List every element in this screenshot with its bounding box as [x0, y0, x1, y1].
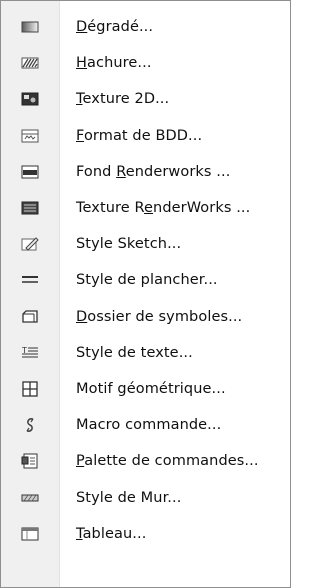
- symbol-folder-icon: [19, 306, 41, 328]
- menu-item-hatch[interactable]: Hachure...: [1, 45, 290, 81]
- menu-item-renderworks-texture[interactable]: Texture RenderWorks ...: [1, 190, 290, 226]
- gradient-icon: [19, 16, 41, 38]
- menu-item-symbol-folder[interactable]: Dossier de symboles...: [1, 299, 290, 335]
- database-format-icon: [19, 125, 41, 147]
- texture-2d-icon: [19, 88, 41, 110]
- text-style-icon: T: [19, 342, 41, 364]
- menu-item-sketch-style[interactable]: Style Sketch...: [1, 226, 290, 262]
- menu-items: Dégradé... Hachure... Texture 2D... Form…: [1, 9, 290, 552]
- geometric-pattern-icon: [19, 378, 41, 400]
- menu-item-label: Motif géométrique...: [76, 380, 226, 397]
- menu-item-geometric-pattern[interactable]: Motif géométrique...: [1, 371, 290, 407]
- sketch-style-icon: [19, 233, 41, 255]
- menu-item-floor-style[interactable]: Style de plancher...: [1, 262, 290, 298]
- menu-item-label: Dégradé...: [76, 19, 154, 36]
- menu-item-label: Style de Mur...: [76, 489, 182, 506]
- renderworks-texture-icon: [19, 197, 41, 219]
- menu-item-texture-2d[interactable]: Texture 2D...: [1, 81, 290, 117]
- menu-item-label: Tableau...: [76, 525, 147, 542]
- floor-style-icon: [19, 269, 41, 291]
- menu-item-label: Dossier de symboles...: [76, 308, 243, 325]
- menu-item-label: Texture RenderWorks ...: [76, 200, 251, 217]
- command-palette-icon: [19, 450, 41, 472]
- menu-item-label: Style de plancher...: [76, 272, 218, 289]
- menu-item-label: Macro commande...: [76, 417, 222, 434]
- menu-item-gradient[interactable]: Dégradé...: [1, 9, 290, 45]
- menu-item-table[interactable]: Tableau...: [1, 516, 290, 552]
- wall-style-icon: [19, 487, 41, 509]
- menu-item-database-format[interactable]: Format de BDD...: [1, 118, 290, 154]
- menu-item-label: Fond Renderworks ...: [76, 163, 231, 180]
- menu-item-wall-style[interactable]: Style de Mur...: [1, 479, 290, 515]
- menu-item-label: Style Sketch...: [76, 236, 182, 253]
- table-icon: [19, 523, 41, 545]
- menu-item-label: Palette de commandes...: [76, 453, 259, 470]
- menu-item-label: Format de BDD...: [76, 127, 203, 144]
- menu-item-renderworks-background[interactable]: Fond Renderworks ...: [1, 154, 290, 190]
- macro-command-icon: [19, 414, 41, 436]
- hatch-icon: [19, 52, 41, 74]
- menu-item-macro-command[interactable]: Macro commande...: [1, 407, 290, 443]
- menu-item-command-palette[interactable]: Palette de commandes...: [1, 443, 290, 479]
- menu-item-label: Texture 2D...: [76, 91, 170, 108]
- renderworks-background-icon: [19, 161, 41, 183]
- menu-item-label: Style de texte...: [76, 344, 193, 361]
- menu-item-label: Hachure...: [76, 55, 152, 72]
- context-menu: Dégradé... Hachure... Texture 2D... Form…: [0, 0, 291, 588]
- menu-item-text-style[interactable]: T Style de texte...: [1, 335, 290, 371]
